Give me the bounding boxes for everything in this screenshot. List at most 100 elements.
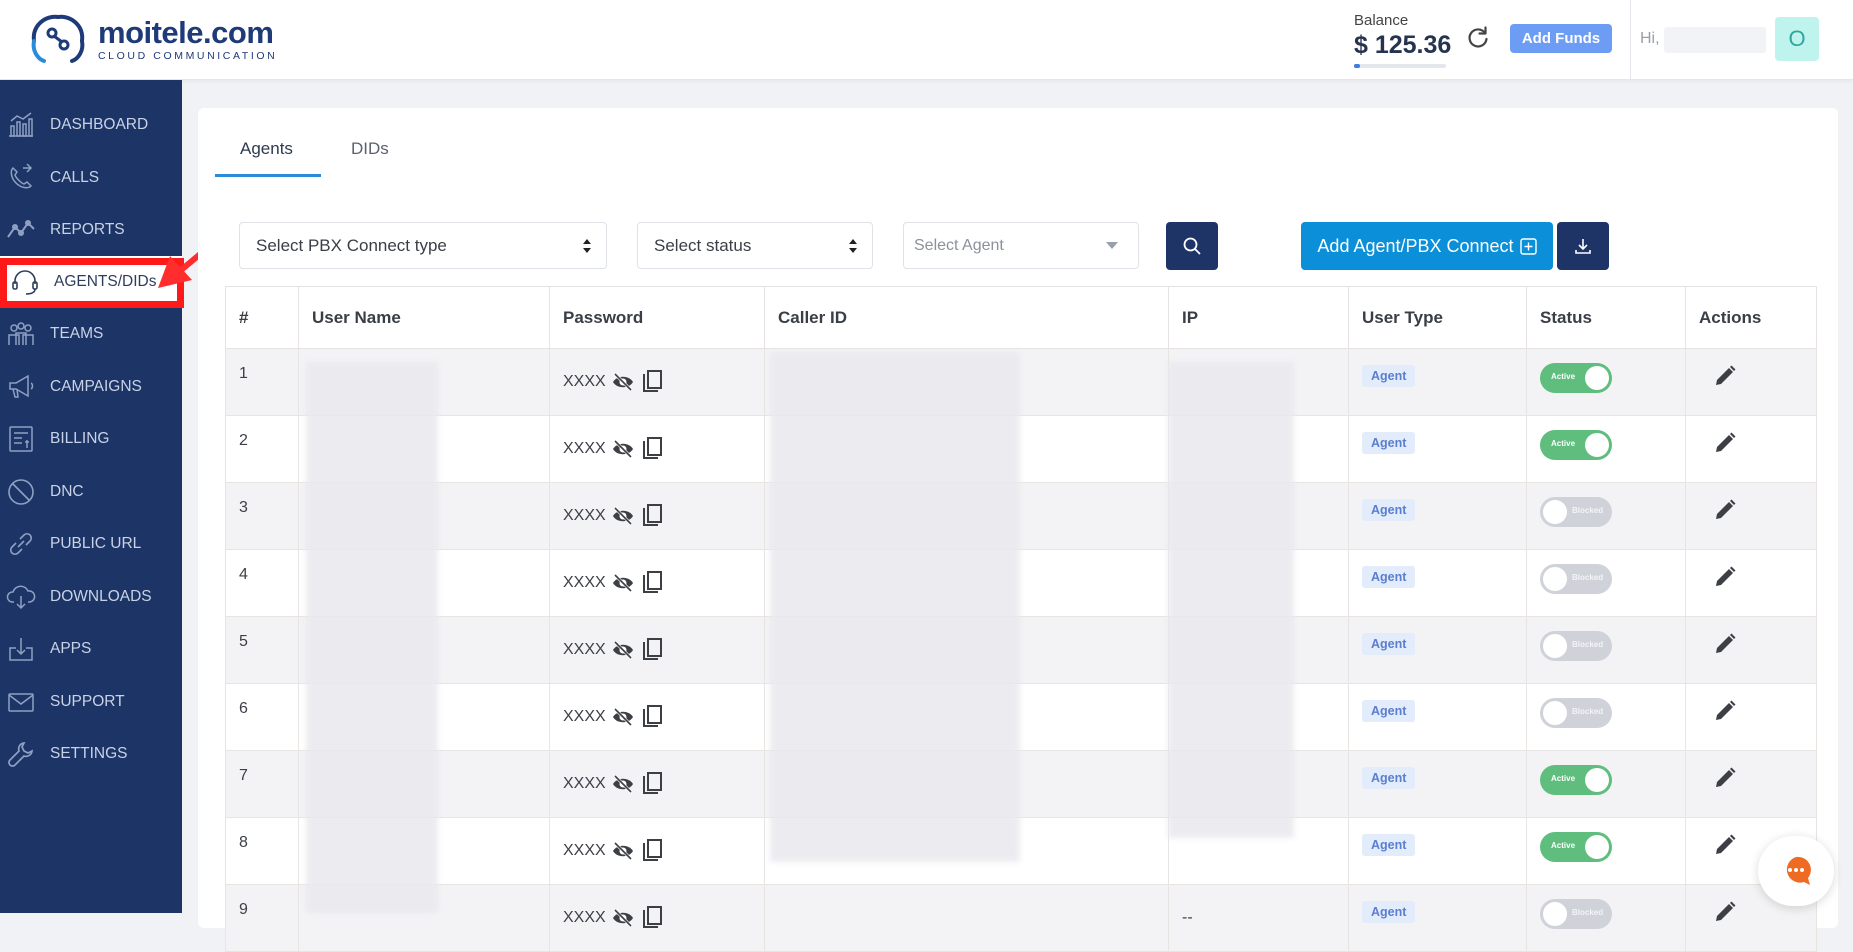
copy-icon[interactable] — [640, 436, 664, 462]
search-icon — [1183, 237, 1201, 255]
sidebar-item-settings[interactable]: SETTINGS — [0, 728, 182, 780]
eye-off-icon[interactable] — [611, 774, 635, 794]
sidebar-item-support[interactable]: SUPPORT — [0, 676, 182, 728]
dashboard-chart-icon — [9, 112, 33, 137]
sidebar-item-public-url[interactable]: PUBLIC URL — [0, 518, 182, 570]
status-toggle-label: Active — [1551, 841, 1576, 850]
toggle-knob — [1543, 902, 1567, 926]
status-toggle[interactable]: Active — [1540, 430, 1612, 460]
header-divider — [1630, 0, 1631, 79]
table-header-row: # User Name Password Caller ID IP User T… — [225, 286, 1817, 349]
team-icon — [8, 322, 34, 345]
status-toggle[interactable]: Blocked — [1540, 564, 1612, 594]
status-select[interactable]: Select status — [637, 222, 873, 269]
sidebar-item-label: APPS — [50, 640, 92, 657]
eye-off-icon[interactable] — [611, 372, 635, 392]
add-agent-pbx-button[interactable]: Add Agent/PBX Connect — [1301, 222, 1553, 270]
table-row: 5 XXXX Agent Blocked — [225, 616, 1817, 684]
apps-download-icon — [9, 638, 33, 661]
row-index: 2 — [239, 432, 248, 449]
sidebar-item-dnc[interactable]: DNC — [0, 466, 182, 518]
tab-dids[interactable]: DIDs — [351, 139, 389, 159]
sidebar-item-downloads[interactable]: DOWNLOADS — [0, 571, 182, 623]
chat-widget-button[interactable] — [1758, 836, 1834, 906]
eye-off-icon[interactable] — [611, 841, 635, 861]
copy-icon[interactable] — [640, 771, 664, 797]
row-index: 4 — [239, 566, 248, 583]
search-button[interactable] — [1166, 222, 1218, 270]
refresh-icon[interactable] — [1464, 24, 1492, 52]
copy-icon[interactable] — [640, 704, 664, 730]
status-toggle-label: Blocked — [1572, 573, 1604, 582]
eye-off-icon[interactable] — [611, 573, 635, 593]
user-avatar[interactable]: O — [1775, 17, 1819, 61]
user-type-cell: Agent — [1348, 750, 1527, 818]
copy-icon[interactable] — [640, 570, 664, 596]
edit-pencil-icon[interactable] — [1713, 431, 1737, 455]
status-toggle[interactable]: Blocked — [1540, 698, 1612, 728]
copy-icon[interactable] — [640, 905, 664, 931]
sidebar-item-agents-dids[interactable]: AGENTS/DIDs — [0, 256, 182, 308]
brand-logo[interactable]: moitele.com CLOUD COMMUNICATION — [24, 10, 277, 68]
edit-pencil-icon[interactable] — [1713, 565, 1737, 589]
sidebar-item-apps[interactable]: APPS — [0, 623, 182, 675]
username-cell — [298, 750, 550, 818]
row-index-cell: 3 — [225, 482, 299, 550]
sidebar-item-dashboard[interactable]: DASHBOARD — [0, 99, 182, 151]
sort-arrows-icon — [849, 239, 857, 253]
copy-icon[interactable] — [640, 369, 664, 395]
download-button[interactable] — [1557, 222, 1609, 270]
edit-pencil-icon[interactable] — [1713, 766, 1737, 790]
ip-cell: -- — [1168, 884, 1349, 952]
toggle-knob — [1585, 768, 1609, 792]
edit-pencil-icon[interactable] — [1713, 900, 1737, 924]
edit-pencil-icon[interactable] — [1713, 833, 1737, 857]
row-index-cell: 4 — [225, 549, 299, 617]
sidebar-item-calls[interactable]: CALLS — [0, 152, 182, 204]
edit-pencil-icon[interactable] — [1713, 699, 1737, 723]
status-toggle[interactable]: Blocked — [1540, 899, 1612, 929]
caller-id-cell — [764, 482, 1169, 550]
user-type-badge: Agent — [1362, 499, 1416, 521]
actions-cell — [1685, 482, 1817, 550]
toggle-knob — [1585, 835, 1609, 859]
copy-icon[interactable] — [640, 838, 664, 864]
copy-icon[interactable] — [640, 637, 664, 663]
tab-agents[interactable]: Agents — [240, 139, 293, 159]
ip-cell — [1168, 750, 1349, 818]
add-funds-button[interactable]: Add Funds — [1510, 24, 1612, 53]
status-toggle[interactable]: Blocked — [1540, 497, 1612, 527]
status-toggle[interactable]: Active — [1540, 363, 1612, 393]
status-toggle[interactable]: Active — [1540, 832, 1612, 862]
column-header: Actions — [1685, 286, 1817, 349]
status-toggle[interactable]: Blocked — [1540, 631, 1612, 661]
status-toggle[interactable]: Active — [1540, 765, 1612, 795]
pbx-connect-type-select[interactable]: Select PBX Connect type — [239, 222, 607, 269]
ip-cell — [1168, 348, 1349, 416]
password-mask: XXXX — [563, 775, 606, 792]
sidebar-item-billing[interactable]: BILLING — [0, 413, 182, 465]
edit-pencil-icon[interactable] — [1713, 364, 1737, 388]
sidebar-item-reports[interactable]: REPORTS — [0, 204, 182, 256]
logo-name: moitele.com — [98, 14, 274, 50]
sidebar-item-campaigns[interactable]: CAMPAIGNS — [0, 361, 182, 413]
copy-icon[interactable] — [640, 503, 664, 529]
column-header: # — [225, 286, 299, 349]
eye-off-icon[interactable] — [611, 439, 635, 459]
status-toggle-label: Active — [1551, 774, 1576, 783]
eye-off-icon[interactable] — [611, 707, 635, 727]
status-cell: Active — [1526, 415, 1686, 483]
agent-select[interactable]: Select Agent — [903, 222, 1139, 269]
status-cell: Blocked — [1526, 482, 1686, 550]
balance-progress-fill — [1354, 64, 1360, 68]
status-cell: Blocked — [1526, 616, 1686, 684]
ip-cell — [1168, 415, 1349, 483]
sidebar-item-teams[interactable]: TEAMS — [0, 308, 182, 360]
user-type-cell: Agent — [1348, 348, 1527, 416]
eye-off-icon[interactable] — [611, 640, 635, 660]
row-index-cell: 9 — [225, 884, 299, 952]
edit-pencil-icon[interactable] — [1713, 632, 1737, 656]
edit-pencil-icon[interactable] — [1713, 498, 1737, 522]
eye-off-icon[interactable] — [611, 908, 635, 928]
eye-off-icon[interactable] — [611, 506, 635, 526]
